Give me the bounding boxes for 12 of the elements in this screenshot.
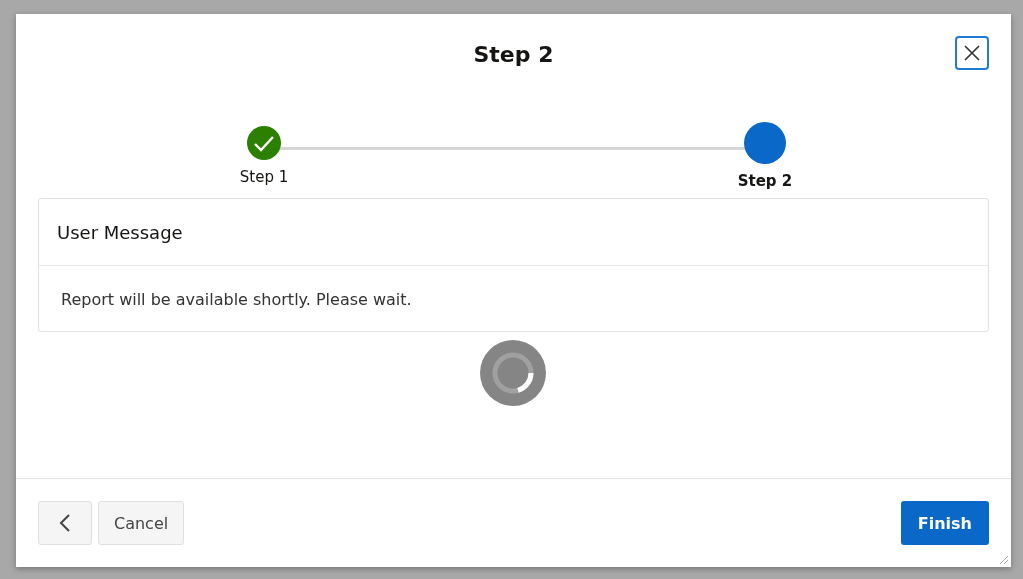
chevron-left-icon: [59, 513, 71, 533]
back-button[interactable]: [38, 501, 92, 545]
finish-button[interactable]: Finish: [900, 501, 989, 545]
dialog-title: Step 2: [473, 41, 554, 67]
region-title: User Message: [57, 221, 183, 243]
close-icon: [963, 44, 981, 62]
step-label: Step 1: [239, 168, 289, 186]
step-label: Step 2: [737, 172, 793, 190]
close-button[interactable]: [955, 36, 989, 70]
cancel-button[interactable]: Cancel: [98, 501, 185, 545]
message-text: Report will be available shortly. Please wait.: [61, 290, 413, 309]
resize-grip-icon[interactable]: [999, 555, 1009, 565]
